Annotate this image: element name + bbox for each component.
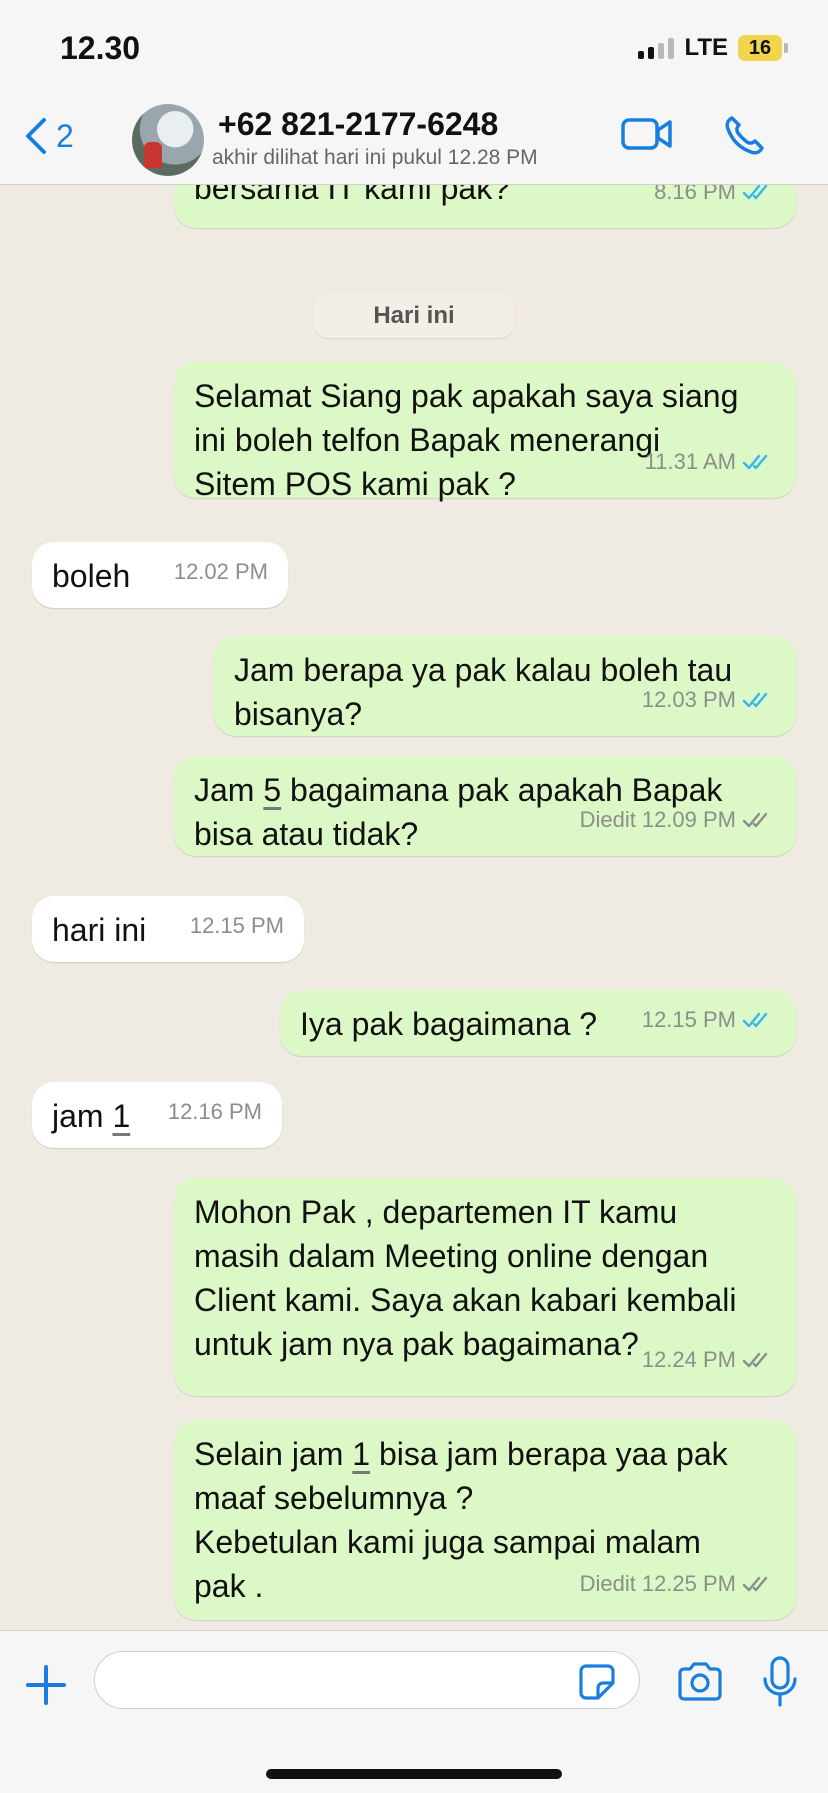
- microphone-icon: [763, 1656, 797, 1707]
- message-line: Selain jam 1 bisa jam berapa yaa pak: [194, 1436, 728, 1472]
- plus-icon: [26, 1665, 66, 1705]
- read-ticks-icon: [742, 692, 768, 708]
- microphone-button[interactable]: [760, 1655, 800, 1714]
- video-call-button[interactable]: [620, 114, 674, 159]
- chat-area[interactable]: bersama IT kami pak? 8.16 PM Hari ini Se…: [0, 184, 828, 1630]
- message-time: 11.31 AM: [644, 449, 736, 474]
- message-bubble-outgoing[interactable]: Iya pak bagaimana ? 12.15 PM: [280, 990, 796, 1056]
- message-meta: 11.31 AM: [645, 440, 776, 484]
- camera-icon: [678, 1662, 722, 1701]
- message-time: 12.09 PM: [641, 807, 736, 832]
- unread-count: 2: [56, 117, 74, 154]
- attach-button[interactable]: [24, 1663, 68, 1712]
- voice-call-button[interactable]: [722, 114, 766, 163]
- message-line: Mohon Pak , departemen IT kamu: [194, 1194, 678, 1230]
- battery-level: 16: [748, 36, 772, 59]
- signal-icon: [638, 37, 675, 59]
- status-time: 12.30: [60, 30, 141, 66]
- message-time: 12.03 PM: [641, 687, 736, 712]
- message-bubble-outgoing[interactable]: bersama IT kami pak? 8.16 PM: [174, 184, 796, 228]
- sticker-icon: [579, 1664, 615, 1700]
- message-meta: Diedit 12.09 PM: [580, 798, 776, 842]
- message-time: 12.15 PM: [641, 1007, 736, 1032]
- message-bubble-outgoing[interactable]: Jam berapa ya pak kalau boleh tau bisany…: [214, 636, 796, 736]
- back-button[interactable]: 2: [24, 116, 74, 156]
- message-time: 12.24 PM: [641, 1347, 736, 1372]
- edited-label: Diedit: [579, 1571, 636, 1596]
- message-meta: 12.02 PM: [174, 550, 268, 594]
- message-meta: 12.15 PM: [642, 998, 776, 1042]
- contact-avatar[interactable]: [132, 104, 204, 176]
- message-bubble-incoming[interactable]: jam 1 12.16 PM: [32, 1082, 282, 1148]
- chat-header: 2 +62 821-2177-6248 akhir dilihat hari i…: [0, 96, 828, 185]
- message-bubble-outgoing[interactable]: Selamat Siang pak apakah saya siang ini …: [174, 362, 796, 502]
- battery-icon: 16: [738, 35, 788, 61]
- delivered-ticks-icon: [742, 1352, 768, 1368]
- camera-button[interactable]: [676, 1661, 724, 1708]
- status-bar: 12.30 LTE 16: [0, 0, 828, 96]
- message-bubble-outgoing[interactable]: Mohon Pak , departemen IT kamu masih dal…: [174, 1178, 796, 1396]
- message-bubble-outgoing[interactable]: Selain jam 1 bisa jam berapa yaa pak maa…: [174, 1420, 796, 1620]
- read-ticks-icon: [742, 184, 768, 200]
- message-bubble-incoming[interactable]: boleh 12.02 PM: [32, 542, 288, 608]
- message-time: 8.16 PM: [654, 184, 736, 204]
- network-type: LTE: [684, 34, 728, 61]
- status-indicators: LTE 16: [638, 34, 788, 62]
- delivered-ticks-icon: [742, 1576, 768, 1592]
- message-composer: [0, 1630, 828, 1793]
- read-ticks-icon: [742, 454, 768, 470]
- message-bubble-outgoing[interactable]: Jam 5 bagaimana pak apakah Bapak bisa at…: [174, 756, 796, 856]
- message-time: 12.02 PM: [173, 559, 268, 584]
- message-line: masih dalam Meeting online dengan: [194, 1238, 709, 1274]
- edited-label: Diedit: [579, 807, 636, 832]
- delivered-ticks-icon: [742, 812, 768, 828]
- date-separator: Hari ini: [314, 294, 514, 338]
- sticker-button[interactable]: [578, 1663, 616, 1706]
- message-time: 12.25 PM: [641, 1571, 736, 1596]
- message-meta: 12.24 PM: [642, 1338, 776, 1382]
- message-meta: Diedit 12.25 PM: [580, 1562, 776, 1606]
- chevron-left-icon: [26, 118, 46, 154]
- message-line: Kebetulan kami juga sampai malam: [194, 1524, 701, 1560]
- home-indicator: [266, 1769, 562, 1779]
- message-meta: 12.16 PM: [168, 1090, 262, 1134]
- read-ticks-icon: [742, 1012, 768, 1028]
- last-seen-status: akhir dilihat hari ini pukul 12.28 PM: [212, 146, 538, 169]
- message-time: 12.15 PM: [189, 913, 284, 938]
- message-bubble-incoming[interactable]: hari ini 12.15 PM: [32, 896, 304, 962]
- message-input[interactable]: [94, 1651, 640, 1709]
- phone-icon: [725, 116, 764, 155]
- message-line: maaf sebelumnya ?: [194, 1480, 474, 1516]
- message-meta: 12.03 PM: [642, 678, 776, 722]
- message-meta: 12.15 PM: [190, 904, 284, 948]
- video-camera-icon: [621, 118, 672, 150]
- message-line: Selamat Siang pak apakah saya siang: [194, 378, 739, 414]
- contact-name[interactable]: +62 821-2177-6248: [218, 106, 498, 143]
- message-meta: 8.16 PM: [654, 184, 776, 214]
- message-line: Client kami. Saya akan kabari kembali: [194, 1282, 737, 1318]
- message-time: 12.16 PM: [167, 1099, 262, 1124]
